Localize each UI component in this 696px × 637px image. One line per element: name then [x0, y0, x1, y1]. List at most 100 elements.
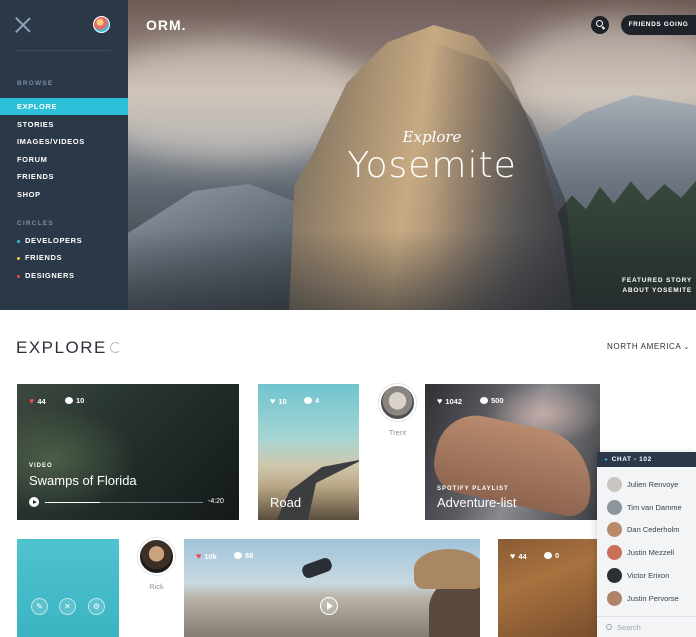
search-icon-handle	[601, 26, 606, 30]
heart-icon: ♥	[29, 396, 35, 406]
circle-item-developers[interactable]: DEVELOPERS	[17, 234, 82, 248]
comment-count[interactable]: 88	[234, 551, 253, 560]
video-progress-fill	[45, 502, 101, 503]
card-title: Swamps of Florida	[29, 473, 137, 488]
app-logo[interactable]: ORM.	[146, 17, 187, 33]
edit-icon[interactable]: ✎	[31, 598, 48, 615]
circle-dot-icon	[17, 256, 20, 260]
comment-value: 500	[491, 396, 504, 405]
chat-user[interactable]: Victor Erixon	[597, 565, 696, 588]
chat-user[interactable]: Dan Cederholm	[597, 519, 696, 542]
friends-going-button[interactable]: FRIENDS GOING	[621, 15, 696, 35]
chat-header[interactable]: ▸ CHAT - 102	[597, 452, 696, 467]
like-count[interactable]: ♥ 44	[29, 396, 46, 406]
like-count[interactable]: ♥ 10k	[196, 551, 217, 561]
chat-user[interactable]: Justin Mezzell	[597, 542, 696, 565]
like-count[interactable]: ♥ 10	[270, 396, 287, 406]
featured-line: ABOUT YOSEMITE	[622, 287, 692, 294]
sidebar: BROWSE EXPLORE STORIES IMAGES/VIDEOS FOR…	[0, 0, 128, 310]
avatar[interactable]	[379, 384, 416, 421]
hero-fog	[128, 230, 696, 310]
chat-user-name: Victor Erixon	[627, 571, 670, 580]
chat-panel: ▸ CHAT - 102 Julien Renvoye Tim van Damme…	[597, 452, 696, 637]
card-image-road	[268, 459, 359, 520]
like-count[interactable]: ♥ 44	[510, 551, 527, 561]
close-icon[interactable]: ✕	[59, 598, 76, 615]
chat-search	[597, 616, 696, 637]
chat-user-name: Tim van Damme	[627, 503, 682, 512]
avatar	[607, 591, 622, 606]
comment-icon	[480, 397, 488, 404]
heart-icon: ♥	[510, 551, 516, 561]
heart-icon: ♥	[196, 551, 202, 561]
like-value: 44	[37, 397, 46, 406]
sidebar-item-stories[interactable]: STORIES	[0, 116, 128, 133]
circle-label: DESIGNERS	[25, 271, 75, 280]
circle-dot-icon	[17, 274, 20, 278]
featured-story-link[interactable]: FEATURED STORY ABOUT YOSEMITE	[622, 276, 692, 296]
card-road[interactable]: ♥ 10 4 Road	[258, 384, 359, 520]
chat-title: CHAT - 102	[611, 456, 652, 463]
sidebar-item-images-videos[interactable]: IMAGES/VIDEOS	[0, 133, 128, 150]
comment-count[interactable]: 4	[304, 396, 319, 405]
card-skatepark[interactable]: ♥ 10k 88	[184, 539, 480, 637]
close-icon[interactable]	[14, 16, 32, 34]
heart-icon: ♥	[270, 396, 276, 406]
sidebar-item-explore[interactable]: EXPLORE	[0, 98, 128, 115]
avatar	[607, 522, 622, 537]
comment-value: 88	[245, 551, 254, 560]
card-adventure-list[interactable]: ♥ 1042 500 SPOTIFY PLAYLIST Adventure-lis…	[425, 384, 600, 520]
card-teal[interactable]	[17, 539, 119, 637]
card-title: Adventure-list	[437, 495, 517, 510]
circle-item-friends[interactable]: FRIENDS	[17, 251, 62, 265]
section-title: EXPLORE	[16, 338, 107, 357]
avatar	[607, 568, 622, 583]
circle-item-designers[interactable]: DESIGNERS	[17, 269, 75, 283]
like-count[interactable]: ♥ 1042	[437, 396, 462, 406]
avatar[interactable]	[138, 538, 175, 575]
sidebar-item-forum[interactable]: FORUM	[0, 151, 128, 168]
chat-user[interactable]: Justin Pervorse	[597, 588, 696, 611]
circles-heading: CIRCLES	[17, 220, 54, 227]
card-image-hat	[414, 549, 480, 589]
chevron-down-icon: ⌄	[683, 344, 690, 351]
region-label: NORTH AMERICA	[607, 342, 682, 351]
card-swamps-of-florida[interactable]: ♥ 44 10 VIDEO Swamps of Florida	[17, 384, 239, 520]
refresh-icon[interactable]	[110, 342, 121, 353]
play-icon[interactable]	[320, 597, 338, 615]
comment-count[interactable]: 500	[480, 396, 504, 405]
comment-count[interactable]: 10	[65, 396, 84, 405]
card-image-skater	[300, 556, 334, 580]
like-value: 44	[518, 552, 527, 561]
chat-user-name: Julien Renvoye	[627, 480, 679, 489]
avatar	[607, 477, 622, 492]
comment-value: 4	[315, 396, 320, 405]
chat-user-name: Justin Mezzell	[627, 548, 675, 557]
comment-icon	[65, 397, 73, 404]
hero-title: Yosemite	[347, 145, 517, 186]
sidebar-divider	[14, 50, 111, 51]
chat-search-input[interactable]	[617, 620, 691, 635]
circle-label: DEVELOPERS	[25, 236, 83, 245]
chat-user-name: Justin Pervorse	[627, 594, 679, 603]
play-icon[interactable]	[29, 497, 39, 507]
chevron-right-icon: ▸	[605, 457, 609, 463]
chat-user[interactable]: Julien Renvoye	[597, 474, 696, 497]
card-wood[interactable]: ♥ 44 0	[498, 539, 600, 637]
search-button[interactable]	[591, 16, 609, 34]
like-value: 10k	[204, 552, 217, 561]
search-icon	[606, 624, 612, 630]
sidebar-item-friends[interactable]: FRIENDS	[0, 168, 128, 185]
chat-user[interactable]: Tim van Damme	[597, 497, 696, 520]
user-avatar[interactable]	[93, 16, 110, 33]
sidebar-item-shop[interactable]: SHOP	[0, 186, 128, 203]
comment-count[interactable]: 0	[544, 551, 559, 560]
gear-icon[interactable]: ⚙	[88, 598, 105, 615]
comment-icon	[234, 552, 242, 559]
circle-label: FRIENDS	[25, 253, 63, 262]
avatar-name: Trent	[388, 428, 407, 437]
featured-line: FEATURED STORY	[622, 277, 692, 284]
like-value: 1042	[445, 397, 463, 406]
region-selector[interactable]: NORTH AMERICA ⌄	[607, 342, 690, 351]
circle-dot-icon	[17, 239, 20, 243]
